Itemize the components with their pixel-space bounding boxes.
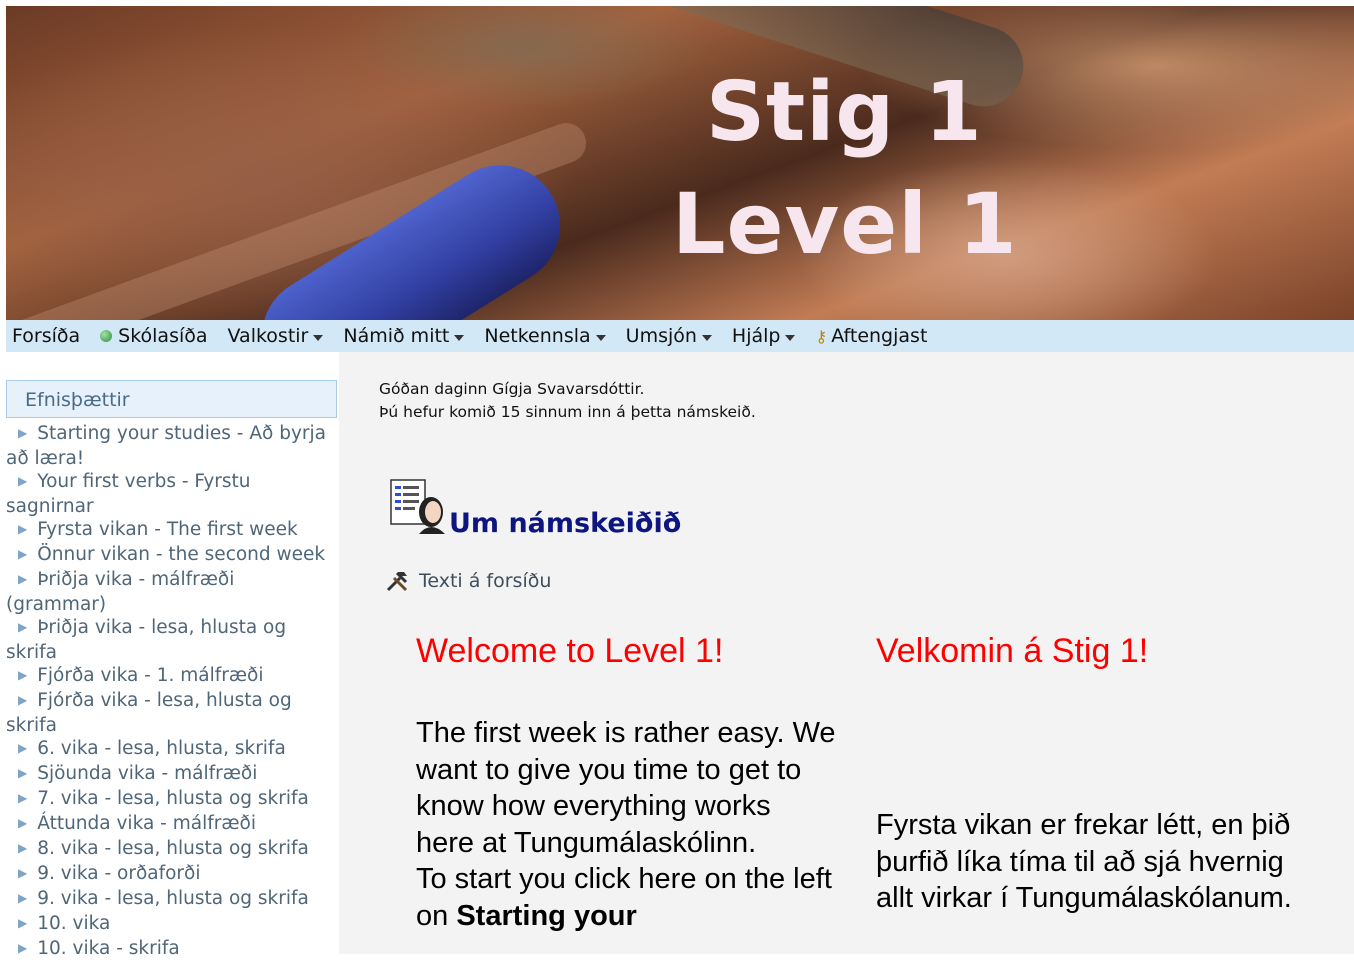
welcome-heading-is: Velkomin á Stig 1! — [876, 632, 1149, 670]
welcome-paragraph-is: Fyrsta vikan er frekar létt, en þið þurf… — [876, 809, 1292, 914]
topic-link[interactable]: ▶ Sjöunda vika - málfræði — [6, 762, 339, 787]
banner-title-line1: Stig 1 — [706, 65, 983, 160]
welcome-paragraph-en: The first week is rather easy. We want t… — [416, 717, 836, 859]
arrow-right-icon: ▶ — [18, 841, 28, 855]
starting-your-studies-ref: Starting your — [456, 899, 637, 932]
arrow-right-icon: ▶ — [18, 741, 28, 755]
topic-link[interactable]: ▶ 7. vika - lesa, hlusta og skrifa — [6, 787, 339, 812]
nav-forsida[interactable]: Forsíða — [12, 325, 80, 347]
chevron-down-icon — [785, 334, 796, 341]
topic-link[interactable]: ▶ 8. vika - lesa, hlusta og skrifa — [6, 837, 339, 862]
nav-netkennsla-menu[interactable]: Netkennsla — [484, 325, 606, 347]
topic-link[interactable]: ▶ Þriðja vika - málfræði (grammar) — [6, 568, 339, 616]
arrow-right-icon: ▶ — [18, 941, 28, 955]
welcome-icelandic-column: Velkomin á Stig 1! Fyrsta vikan er freka… — [876, 632, 1296, 917]
arrow-right-icon: ▶ — [18, 693, 28, 707]
chevron-down-icon — [595, 334, 606, 341]
topic-link[interactable]: ▶ 9. vika - orðaforði — [6, 862, 339, 887]
nav-netkennsla-label: Netkennsla — [484, 325, 591, 347]
course-info-icon — [390, 479, 445, 534]
tools-icon — [386, 571, 408, 592]
arrow-right-icon: ▶ — [18, 916, 28, 930]
visit-count-text: Þú hefur komið 15 sinnum inn á þetta nám… — [379, 403, 756, 421]
topic-link[interactable]: ▶ Önnur vikan - the second week — [6, 543, 339, 568]
edit-frontpage-text-link[interactable]: Texti á forsíðu — [385, 570, 551, 592]
key-icon: ⚷ — [815, 326, 828, 346]
arrow-right-icon: ▶ — [18, 766, 28, 780]
topic-link[interactable]: ▶ Your first verbs - Fyrstu sagnirnar — [6, 470, 339, 518]
course-title: Um námskeiðið — [449, 508, 682, 539]
nav-umsjon-label: Umsjón — [625, 325, 697, 347]
topics-block-title: Efnisþættir — [25, 389, 130, 411]
topics-block-header[interactable]: Efnisþættir — [6, 380, 337, 418]
arrow-right-icon: ▶ — [18, 426, 28, 440]
welcome-heading-en: Welcome to Level 1! — [416, 632, 724, 670]
topics-list: ▶ Starting your studies - Að byrja að lær… — [6, 422, 339, 962]
arrow-right-icon: ▶ — [18, 866, 28, 880]
topic-link[interactable]: ▶ 6. vika - lesa, hlusta, skrifa — [6, 737, 339, 762]
arrow-right-icon: ▶ — [18, 474, 28, 488]
main-nav-bar: Forsíða Skólasíða Valkostir Námið mitt N… — [6, 320, 1354, 352]
topic-link[interactable]: ▶ Fjórða vika - lesa, hlusta og skrifa — [6, 689, 339, 737]
chevron-down-icon — [701, 334, 712, 341]
banner-title-line2: Level 1 — [672, 175, 1018, 273]
arrow-right-icon: ▶ — [18, 891, 28, 905]
arrow-right-icon: ▶ — [18, 668, 28, 682]
greeting-block: Góðan daginn Gígja Svavarsdóttir. Þú hef… — [379, 378, 756, 424]
topic-link[interactable]: ▶ Áttunda vika - málfræði — [6, 812, 339, 837]
arrow-right-icon: ▶ — [18, 572, 28, 586]
nav-valkostir-menu[interactable]: Valkostir — [228, 325, 324, 347]
nav-valkostir-label: Valkostir — [227, 325, 309, 347]
welcome-text-en: The first week is rather easy. We want t… — [416, 715, 836, 934]
globe-icon — [100, 330, 113, 342]
arrow-right-icon: ▶ — [18, 620, 28, 634]
arrow-right-icon: ▶ — [18, 816, 28, 830]
chevron-down-icon — [313, 334, 324, 341]
nav-skolasida-label: Skólasíða — [118, 325, 208, 347]
arrow-right-icon: ▶ — [18, 791, 28, 805]
topic-link[interactable]: ▶ 10. vika - skrifa — [6, 937, 339, 962]
topic-link[interactable]: ▶ Þriðja vika - lesa, hlusta og skrifa — [6, 616, 339, 664]
course-banner: Stig 1 Level 1 — [6, 6, 1354, 320]
topic-link[interactable]: ▶ 9. vika - lesa, hlusta og skrifa — [6, 887, 339, 912]
nav-skolasida[interactable]: Skólasíða — [100, 325, 208, 347]
arrow-right-icon: ▶ — [18, 522, 28, 536]
topic-link[interactable]: ▶ Fjórða vika - 1. málfræði — [6, 664, 339, 689]
nav-umsjon-menu[interactable]: Umsjón — [626, 325, 712, 347]
edit-frontpage-text-label: Texti á forsíðu — [419, 570, 552, 592]
main-content: Góðan daginn Gígja Svavarsdóttir. Þú hef… — [339, 352, 1354, 954]
arrow-right-icon: ▶ — [18, 547, 28, 561]
nav-namid-mitt-menu[interactable]: Námið mitt — [343, 325, 465, 347]
greeting-text: Góðan daginn Gígja Svavarsdóttir. — [379, 380, 645, 398]
welcome-english-column: Welcome to Level 1! The first week is ra… — [416, 632, 836, 934]
topic-link[interactable]: ▶ Starting your studies - Að byrja að lær… — [6, 422, 339, 470]
nav-namid-mitt-label: Námið mitt — [343, 325, 450, 347]
nav-logout[interactable]: ⚷ Aftengjast — [815, 325, 927, 347]
nav-hjalp-label: Hjálp — [731, 325, 781, 347]
sidebar: Efnisþættir ▶ Starting your studies - Að … — [6, 352, 339, 959]
topic-link[interactable]: ▶ 10. vika — [6, 912, 339, 937]
nav-logout-label: Aftengjast — [831, 325, 928, 347]
nav-forsida-label: Forsíða — [12, 325, 81, 347]
chevron-down-icon — [454, 334, 465, 341]
topic-link[interactable]: ▶ Fyrsta vikan - The first week — [6, 518, 339, 543]
nav-hjalp-menu[interactable]: Hjálp — [732, 325, 796, 347]
